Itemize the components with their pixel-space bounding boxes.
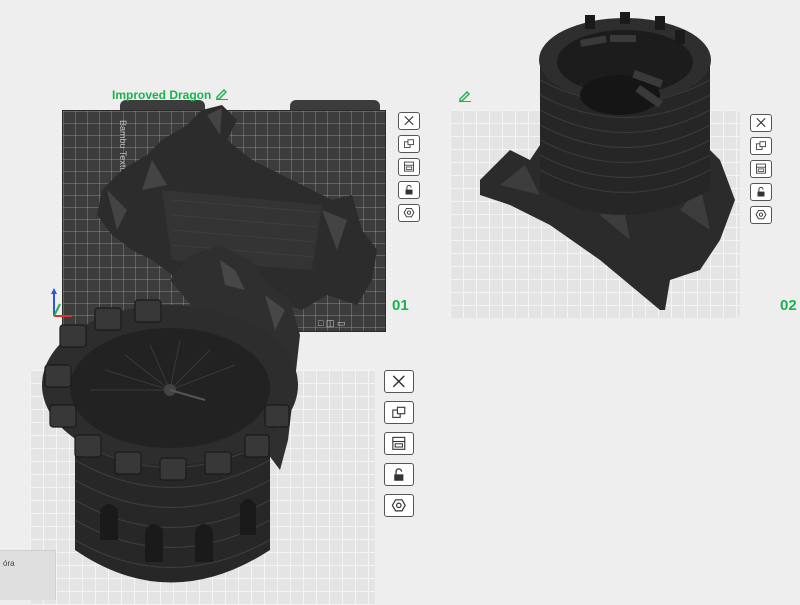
close-icon <box>756 118 766 128</box>
lock-icon <box>394 468 404 481</box>
orient-button[interactable] <box>398 158 420 176</box>
close-icon <box>392 375 406 388</box>
bottom-left-panel[interactable]: óra <box>0 550 56 600</box>
plate-01-toolbar <box>398 112 420 227</box>
settings-hex-icon <box>391 499 407 512</box>
delete-plate-button[interactable] <box>750 114 772 132</box>
arrange-button[interactable] <box>384 401 414 424</box>
plate-settings-button[interactable] <box>398 204 420 222</box>
plate-index-02: 02 <box>780 297 797 314</box>
orient-button[interactable] <box>750 160 772 178</box>
arrange-icon <box>404 139 414 149</box>
dragon-tower-model[interactable] <box>20 240 320 605</box>
orient-icon <box>392 436 406 451</box>
lock-plate-button[interactable] <box>750 183 772 201</box>
plate-03-toolbar <box>384 370 414 525</box>
arrange-icon <box>756 141 766 151</box>
plate-settings-button[interactable] <box>750 206 772 224</box>
lock-icon <box>405 185 413 195</box>
settings-hex-icon <box>403 208 415 218</box>
tower-model-plate-02[interactable] <box>470 10 750 310</box>
settings-hex-icon <box>755 210 767 220</box>
delete-plate-button[interactable] <box>398 112 420 130</box>
plate-02-toolbar <box>750 114 772 229</box>
lock-plate-button[interactable] <box>384 463 414 486</box>
close-icon <box>404 116 414 126</box>
delete-plate-button[interactable] <box>384 370 414 393</box>
plate-index-01: 01 <box>392 297 409 314</box>
bottom-left-label: óra <box>3 559 15 568</box>
arrange-icon <box>392 406 406 419</box>
orient-icon <box>404 162 414 172</box>
edit-plate-name-icon[interactable] <box>215 86 229 100</box>
arrange-button[interactable] <box>750 137 772 155</box>
lock-icon <box>757 187 765 197</box>
lock-plate-button[interactable] <box>398 181 420 199</box>
plate-settings-button[interactable] <box>384 494 414 517</box>
orient-button[interactable] <box>384 432 414 455</box>
arrange-button[interactable] <box>398 135 420 153</box>
orient-icon <box>756 164 766 174</box>
